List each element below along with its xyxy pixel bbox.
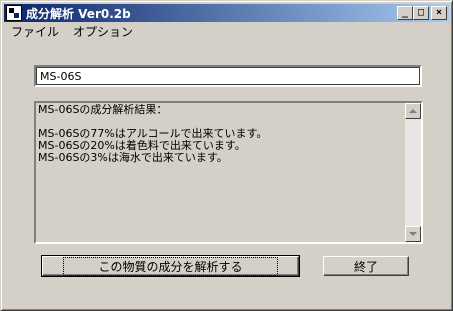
substance-name-input[interactable] — [34, 65, 422, 87]
app-icon[interactable] — [6, 5, 22, 21]
exit-button-label: 終了 — [353, 259, 378, 274]
arrow-down-icon — [409, 232, 417, 236]
close-button[interactable]: × — [431, 6, 447, 20]
arrow-up-icon — [409, 109, 417, 113]
analyze-button-label: この物質の成分を解析する — [63, 256, 278, 276]
menu-bar: ファイル オプション — [4, 23, 449, 40]
menu-options[interactable]: オプション — [66, 23, 140, 40]
minimize-button[interactable]: _ — [397, 6, 413, 20]
window-controls: _ □ × — [397, 6, 447, 20]
window-title: 成分解析 Ver0.2b — [26, 6, 131, 21]
result-textarea[interactable]: MS-06Sの成分解析結果： MS-06Sの77%はアルコールで出来ています。 … — [34, 101, 423, 244]
scroll-down-button[interactable] — [405, 226, 421, 242]
result-text: MS-06Sの成分解析結果： MS-06Sの77%はアルコールで出来ています。 … — [38, 104, 268, 164]
maximize-button[interactable]: □ — [413, 6, 429, 20]
menu-file[interactable]: ファイル — [4, 23, 66, 40]
vertical-scrollbar[interactable] — [405, 103, 421, 242]
exit-button[interactable]: 終了 — [323, 256, 409, 276]
analyze-button[interactable]: この物質の成分を解析する — [41, 255, 300, 277]
scroll-up-button[interactable] — [405, 103, 421, 119]
title-bar[interactable]: 成分解析 Ver0.2b _ □ × — [4, 4, 449, 22]
